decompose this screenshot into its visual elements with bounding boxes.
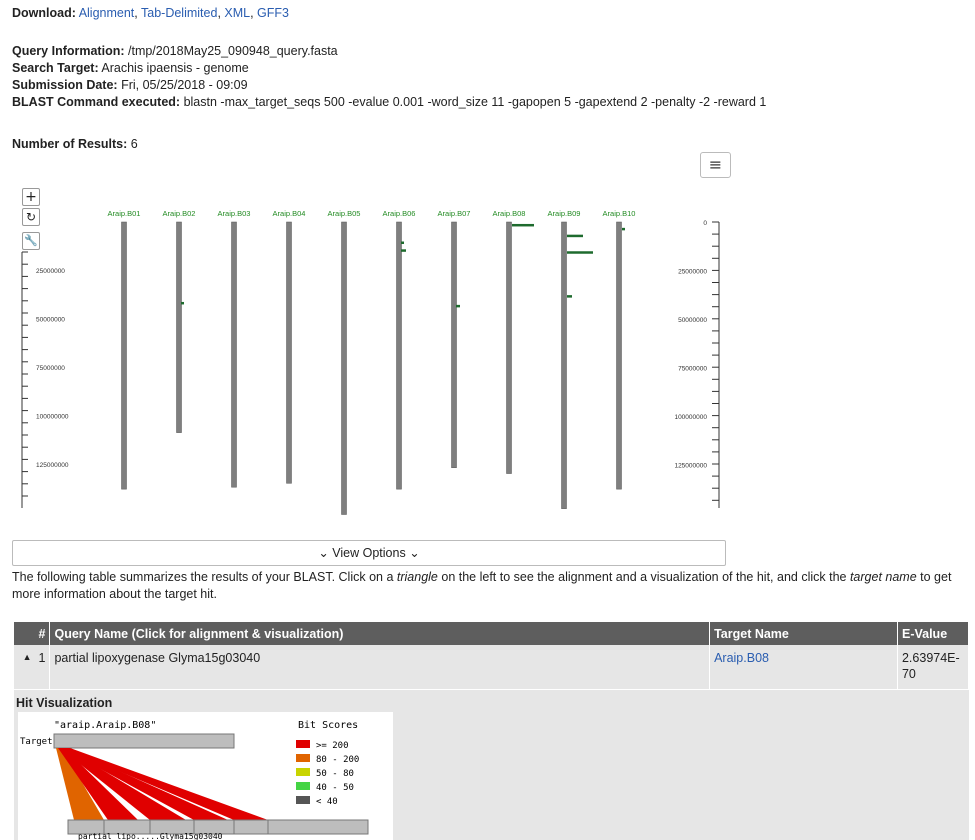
legend-swatch: [296, 754, 310, 762]
right-axis-label: 125000000: [674, 463, 707, 470]
left-axis-label: 100000000: [36, 414, 69, 421]
legend-label: < 40: [316, 797, 338, 807]
query-information: Query Information: /tmp/2018May25_090948…: [12, 44, 338, 58]
evalue-cell: 2.63974E-70: [897, 645, 970, 689]
right-axis-label: 50000000: [678, 317, 707, 324]
left-axis-label: 125000000: [36, 462, 69, 469]
hit-marker: [401, 241, 404, 244]
chromosome-bar: [561, 221, 567, 509]
chromosome-bar: [231, 221, 237, 488]
legend-swatch: [296, 796, 310, 804]
chromosome-label: Araip.B08: [493, 209, 526, 218]
download-tab-delimited-link[interactable]: Tab-Delimited: [141, 6, 217, 20]
chromosome-label: Araip.B10: [603, 209, 636, 218]
chromosome-label: Araip.B02: [163, 209, 196, 218]
chromosome-bar: [396, 221, 402, 490]
view-options-label: View Options: [332, 546, 406, 560]
legend-swatch: [296, 782, 310, 790]
right-axis-label: 75000000: [678, 366, 707, 373]
hit-marker: [512, 223, 534, 227]
chromosome-label: Araip.B05: [328, 209, 361, 218]
results-summary: The following table summarizes the resul…: [12, 570, 952, 601]
chromosome-bar: [451, 221, 457, 468]
hit-marker: [181, 301, 184, 305]
view-options-toggle[interactable]: ⌄ View Options ⌄: [12, 540, 726, 566]
chromosome-label: Araip.B04: [273, 209, 306, 218]
submission-date: Submission Date: Fri, 05/25/2018 - 09:09: [12, 78, 248, 92]
hit-marker: [622, 227, 625, 231]
legend-title: Bit Scores: [298, 720, 358, 731]
col-target-header: Target Name: [709, 622, 898, 645]
query-name-cell[interactable]: partial lipoxygenase Glyma15g03040: [49, 645, 711, 689]
col-index-header: #: [14, 622, 51, 645]
chromosome-bar: [176, 221, 182, 433]
karyotype-chart: + ↻ 🔧 25000000 50000000 75000000 100000000 1…: [14, 150, 754, 520]
download-row: Download: Alignment, Tab-Delimited, XML,…: [12, 6, 289, 20]
legend-label: 80 - 200: [316, 755, 359, 765]
karyotype-svg: 25000000 50000000 75000000 100000000 1250000…: [21, 209, 720, 515]
hit-marker: [567, 234, 583, 238]
hit-marker: [567, 251, 593, 254]
legend-label: 40 - 50: [316, 783, 354, 793]
hit-query-label: partial_lipo.....Glyma15g03040: [78, 832, 223, 840]
chromosome-label: Araip.B07: [438, 209, 471, 218]
col-query-header: Query Name (Click for alignment & visual…: [49, 622, 711, 645]
table-row[interactable]: ▲ 1 partial lipoxygenase Glyma15g03040 A…: [14, 645, 970, 689]
hit-visualization-image: "araip.Araip.B08" Target partial_lipo...…: [18, 712, 393, 840]
chromosome-label: Araip.B06: [383, 209, 416, 218]
blast-command: BLAST Command executed: blastn -max_targ…: [12, 95, 767, 109]
chromosome-bar: [341, 221, 347, 515]
hit-marker: [567, 295, 572, 298]
legend-swatch: [296, 768, 310, 776]
search-target: Search Target: Arachis ipaensis - genome: [12, 61, 249, 75]
table-header-row: # Query Name (Click for alignment & visu…: [14, 622, 970, 645]
legend-label: 50 - 80: [316, 769, 354, 779]
target-bar: [53, 733, 235, 749]
target-name-cell: Araip.B08: [709, 645, 898, 689]
chromosome-label: Araip.B03: [218, 209, 251, 218]
chevron-down-icon: ⌄: [318, 546, 329, 560]
results-count-value: 6: [130, 137, 138, 151]
bit-score-legend: >= 200 80 - 200 50 - 80 40 - 50 < 40: [296, 740, 359, 807]
right-axis-label: 0: [703, 220, 707, 227]
download-alignment-link[interactable]: Alignment: [79, 6, 135, 20]
right-axis-label: 100000000: [674, 414, 707, 421]
hit-target-label: Target: [20, 737, 53, 747]
hit-target-name: "araip.Araip.B08": [54, 720, 156, 731]
left-axis-label: 50000000: [36, 317, 65, 324]
download-label: Download:: [12, 6, 76, 20]
chromosome-label: Araip.B09: [548, 209, 581, 218]
download-xml-link[interactable]: XML: [224, 6, 250, 20]
query-info: Query Information: /tmp/2018May25_090948…: [12, 43, 766, 111]
hit-visualization-panel: Hit Visualization "araip.Araip.B08" Targ…: [14, 690, 969, 840]
results-table: # Query Name (Click for alignment & visu…: [14, 622, 970, 689]
chromosome-bar: [616, 221, 622, 490]
chromosome-label: Araip.B01: [108, 209, 141, 218]
left-axis-label: 25000000: [36, 268, 65, 275]
triangle-up-icon[interactable]: ▲: [23, 652, 32, 662]
legend-label: >= 200: [316, 741, 349, 751]
col-evalue-header: E-Value: [897, 622, 970, 645]
chromosome-bar: [286, 221, 292, 484]
chromosome-bar: [506, 221, 512, 474]
right-axis-label: 25000000: [678, 269, 707, 276]
hit-visualization-title: Hit Visualization: [16, 696, 113, 710]
chevron-down-icon: ⌄: [409, 546, 420, 560]
hit-marker: [456, 304, 460, 308]
target-name-link[interactable]: Araip.B08: [714, 651, 769, 665]
download-gff3-link[interactable]: GFF3: [257, 6, 289, 20]
row-index-cell: ▲ 1: [14, 645, 51, 689]
legend-swatch: [296, 740, 310, 748]
left-axis-label: 75000000: [36, 365, 65, 372]
chromosome-bar: [121, 221, 127, 490]
hit-marker: [401, 249, 406, 252]
